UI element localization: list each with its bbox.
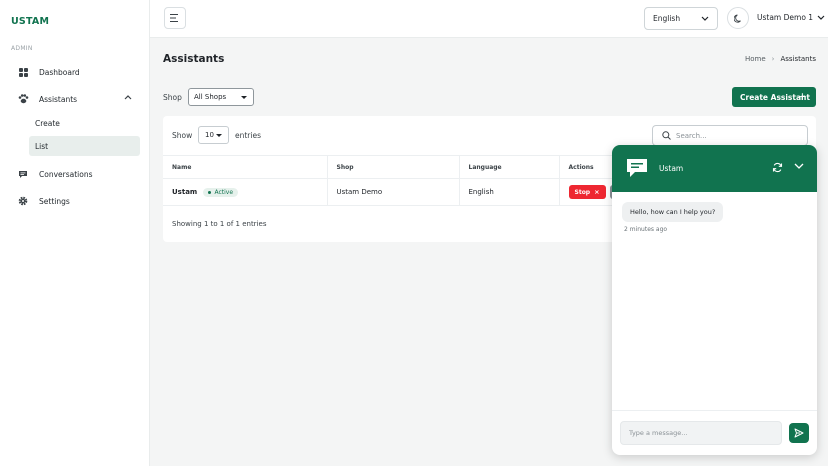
sidebar-item-settings[interactable]: Settings xyxy=(11,191,70,211)
gear-icon xyxy=(17,195,29,207)
table-info: Showing 1 to 1 of 1 entries xyxy=(172,220,267,228)
sidebar-item-label: Settings xyxy=(39,196,70,206)
chat-title: Ustam xyxy=(659,164,684,173)
chevron-up-icon xyxy=(124,95,132,100)
chevron-down-icon[interactable] xyxy=(794,163,804,170)
chat-bubble-icon xyxy=(627,159,647,177)
status-badge: Active xyxy=(203,187,239,197)
chat-footer xyxy=(612,410,817,455)
language-select[interactable]: English xyxy=(644,7,718,30)
sidebar-item-assistants[interactable]: Assistants xyxy=(11,89,139,109)
show-label: Show xyxy=(172,131,193,140)
refresh-icon[interactable] xyxy=(772,162,783,173)
chat-message-input[interactable] xyxy=(620,421,782,445)
sidebar-item-conversations[interactable]: Conversations xyxy=(11,164,93,184)
search-icon xyxy=(662,131,671,140)
chat-icon xyxy=(17,168,29,180)
sidebar-item-label: Dashboard xyxy=(39,67,80,77)
chat-widget: Ustam Hello, how can I help you? 2 minut… xyxy=(612,145,817,455)
sidebar-item-dashboard[interactable]: Dashboard xyxy=(11,62,80,82)
sidebar-subitem-label: Create xyxy=(35,118,60,128)
create-assistant-button[interactable]: Create Assistant + xyxy=(732,87,816,107)
brand-logo[interactable]: USTAM xyxy=(11,16,49,27)
topbar: English Ustam Demo 1 xyxy=(150,0,828,38)
user-menu[interactable]: Ustam Demo 1 xyxy=(757,13,825,22)
assistant-name: Ustam xyxy=(172,187,198,196)
sidebar-section-label: ADMIN xyxy=(11,45,33,52)
status-text: Active xyxy=(214,188,234,196)
breadcrumb-current: Assistants xyxy=(780,55,816,63)
sidebar-item-label: Assistants xyxy=(39,94,78,104)
paw-icon xyxy=(17,93,29,105)
send-button[interactable] xyxy=(789,423,809,443)
search-input[interactable] xyxy=(676,131,786,140)
entries-per-page-value: 10 xyxy=(205,131,214,139)
moon-icon xyxy=(733,14,741,23)
column-header-language[interactable]: Language xyxy=(458,155,559,179)
chevron-right-icon: › xyxy=(771,55,775,63)
theme-toggle-button[interactable] xyxy=(727,7,749,29)
sidebar-item-label: Conversations xyxy=(39,169,93,179)
caret-down-icon xyxy=(216,134,222,137)
shop-filter-label: Shop xyxy=(163,93,182,102)
plus-icon: + xyxy=(797,90,807,103)
entries-label: entries xyxy=(235,131,261,140)
cell-shop: Ustam Demo xyxy=(326,178,459,206)
user-name: Ustam Demo 1 xyxy=(757,13,814,22)
chat-message-bubble: Hello, how can I help you? xyxy=(622,202,724,222)
cell-language: English xyxy=(458,178,559,206)
menu-icon xyxy=(170,14,178,22)
shop-filter-select[interactable]: All Shops xyxy=(188,88,254,106)
entries-per-page-select[interactable]: 10 xyxy=(198,126,229,144)
stop-button-label: Stop xyxy=(574,188,591,196)
search-box[interactable] xyxy=(652,125,808,146)
sidebar-subitem-create[interactable]: Create xyxy=(29,113,140,133)
grid-icon xyxy=(17,66,29,78)
chat-message-time: 2 minutes ago xyxy=(624,226,668,233)
sidebar: USTAM ADMIN Dashboard Assistants Create … xyxy=(0,0,150,466)
shop-filter-value: All Shops xyxy=(194,93,227,101)
page-title: Assistants xyxy=(163,53,225,65)
caret-down-icon xyxy=(241,96,247,99)
menu-toggle-button[interactable] xyxy=(164,7,186,29)
column-header-shop[interactable]: Shop xyxy=(326,155,459,179)
breadcrumb: Home › Assistants xyxy=(745,55,816,63)
chat-header: Ustam xyxy=(612,145,817,192)
stop-button[interactable]: Stop × xyxy=(568,185,606,200)
sidebar-subitem-list[interactable]: List xyxy=(29,136,140,156)
breadcrumb-home[interactable]: Home xyxy=(745,55,766,63)
language-select-value: English xyxy=(653,14,681,23)
sidebar-subitem-label: List xyxy=(35,141,49,151)
chevron-down-icon xyxy=(817,15,825,20)
cell-name: Ustam Active xyxy=(163,178,327,206)
close-icon: × xyxy=(594,188,600,197)
chevron-down-icon xyxy=(701,16,709,21)
status-dot-icon xyxy=(208,190,212,194)
column-header-name[interactable]: Name xyxy=(163,155,327,179)
send-icon xyxy=(794,428,804,438)
